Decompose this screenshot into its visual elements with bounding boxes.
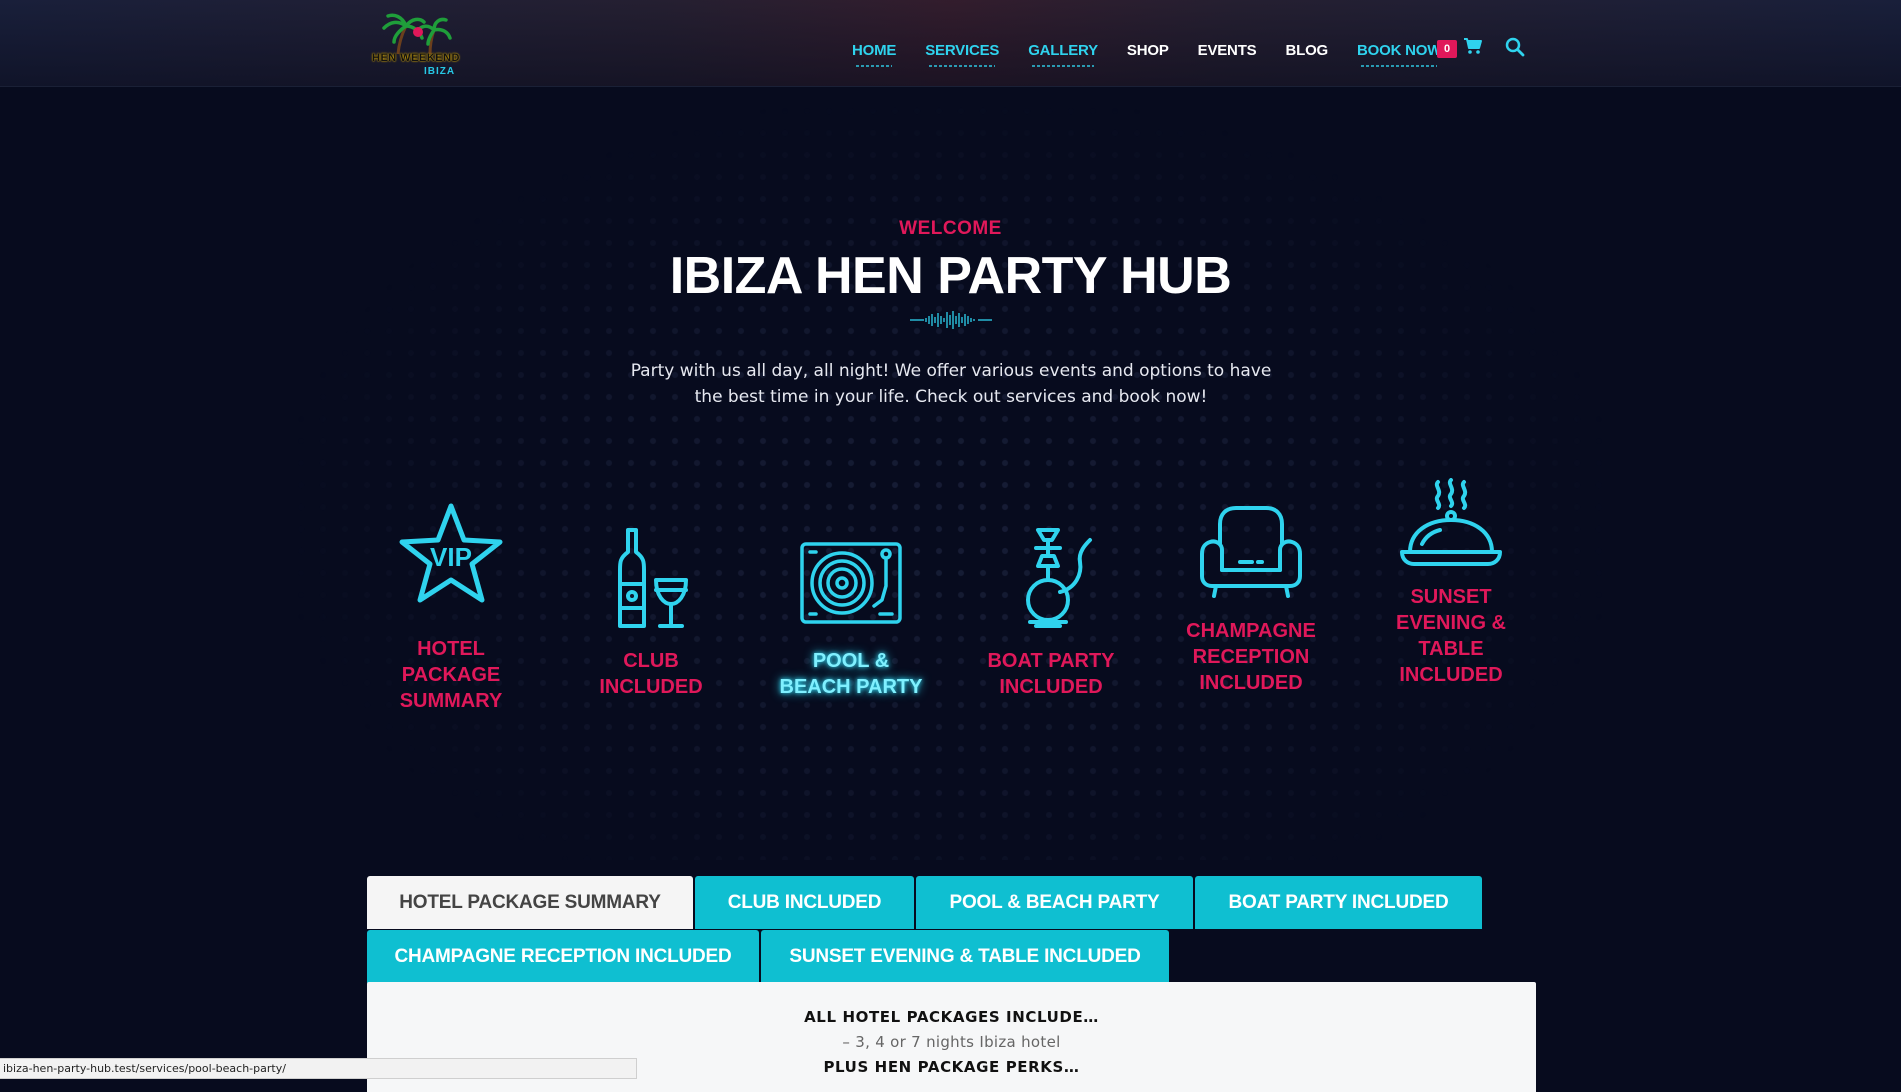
service-label-line: Champagne (1186, 620, 1316, 642)
panel-title: ALL HOTEL PACKAGES INCLUDE… (804, 1008, 1099, 1026)
logo-subtext: IBIZA (424, 66, 456, 77)
welcome-eyebrow: WELCOME (899, 218, 1002, 239)
nav-home[interactable]: Home (852, 42, 896, 67)
svg-text:VIP: VIP (430, 542, 472, 572)
vip-star-icon: VIP (399, 503, 503, 603)
service-label-line: Included (1399, 664, 1503, 686)
tab-club-included[interactable]: CLUB INCLUDED (695, 876, 914, 929)
service-label-line: Summary (399, 690, 503, 712)
service-boat-party[interactable]: Boat Party Included (971, 526, 1131, 700)
service-label-line: Beach Party (779, 676, 923, 698)
service-label-line: Boat Party (987, 650, 1115, 672)
nav-gallery[interactable]: Gallery (1028, 42, 1098, 67)
tab-champagne-reception-included[interactable]: CHAMPAGNE RECEPTION INCLUDED (367, 930, 759, 983)
turntable-icon (800, 542, 902, 624)
service-pool-beach-party[interactable]: Pool & Beach Party (771, 540, 931, 700)
search-icon[interactable] (1505, 37, 1525, 57)
service-label-line: Club (623, 650, 679, 672)
nav-events[interactable]: Events (1198, 42, 1257, 59)
service-label-line: Table (1418, 638, 1484, 660)
main-nav: Home Services Gallery Shop Events Blog B… (852, 38, 1470, 67)
service-label-line: Included (999, 676, 1103, 698)
page-title: IBIZA HEN PARTY HUB (669, 247, 1232, 305)
service-label-line: Included (1199, 672, 1303, 694)
service-label-line: Included (599, 676, 703, 698)
service-champagne-reception[interactable]: Champagne Reception Included (1171, 504, 1331, 696)
site-logo[interactable]: HEN WEEKEND IBIZA (372, 12, 460, 80)
soundwave-divider-icon (910, 311, 992, 329)
armchair-icon (1200, 506, 1302, 598)
hookah-icon (1026, 528, 1092, 628)
tab-sunset-evening-table-included[interactable]: SUNSET EVENING & TABLE INCLUDED (761, 930, 1169, 983)
service-hotel-package[interactable]: VIP Hotel Package Summary (371, 500, 531, 714)
service-label-line: Sunset (1410, 586, 1492, 608)
cart-icon[interactable] (1463, 36, 1483, 56)
nav-book-now[interactable]: Book Now (1357, 42, 1441, 67)
service-label-line: Package (401, 664, 501, 686)
bottle-glass-icon (618, 528, 688, 628)
nav-services[interactable]: Services (925, 42, 999, 67)
service-label-line: Pool & (812, 650, 890, 672)
tab-pool-beach-party[interactable]: POOL & BEACH PARTY (916, 876, 1193, 929)
palm-trees-icon (382, 13, 452, 55)
logo-text: HEN WEEKEND (372, 52, 461, 64)
service-sunset-evening[interactable]: Sunset Evening & Table Included (1371, 478, 1531, 688)
tab-boat-party-included[interactable]: BOAT PARTY INCLUDED (1195, 876, 1482, 929)
intro-text: Party with us all day, all night! We off… (630, 361, 1272, 407)
cloche-icon (1400, 478, 1502, 566)
service-label-line: Reception (1192, 646, 1310, 668)
tab-hotel-package-summary[interactable]: HOTEL PACKAGE SUMMARY (367, 876, 693, 929)
panel-list-item: – 3, 4 or 7 nights Ibiza hotel (842, 1033, 1061, 1051)
nav-shop[interactable]: Shop (1127, 42, 1169, 59)
service-label-line: Evening & (1395, 612, 1507, 634)
service-label-line: Hotel (417, 638, 485, 660)
nav-blog[interactable]: Blog (1285, 42, 1328, 59)
browser-status-bar: ibiza-hen-party-hub.test/services/pool-b… (0, 1058, 637, 1079)
service-club[interactable]: Club Included (571, 526, 731, 700)
cart-count-badge[interactable]: 0 (1437, 40, 1457, 58)
